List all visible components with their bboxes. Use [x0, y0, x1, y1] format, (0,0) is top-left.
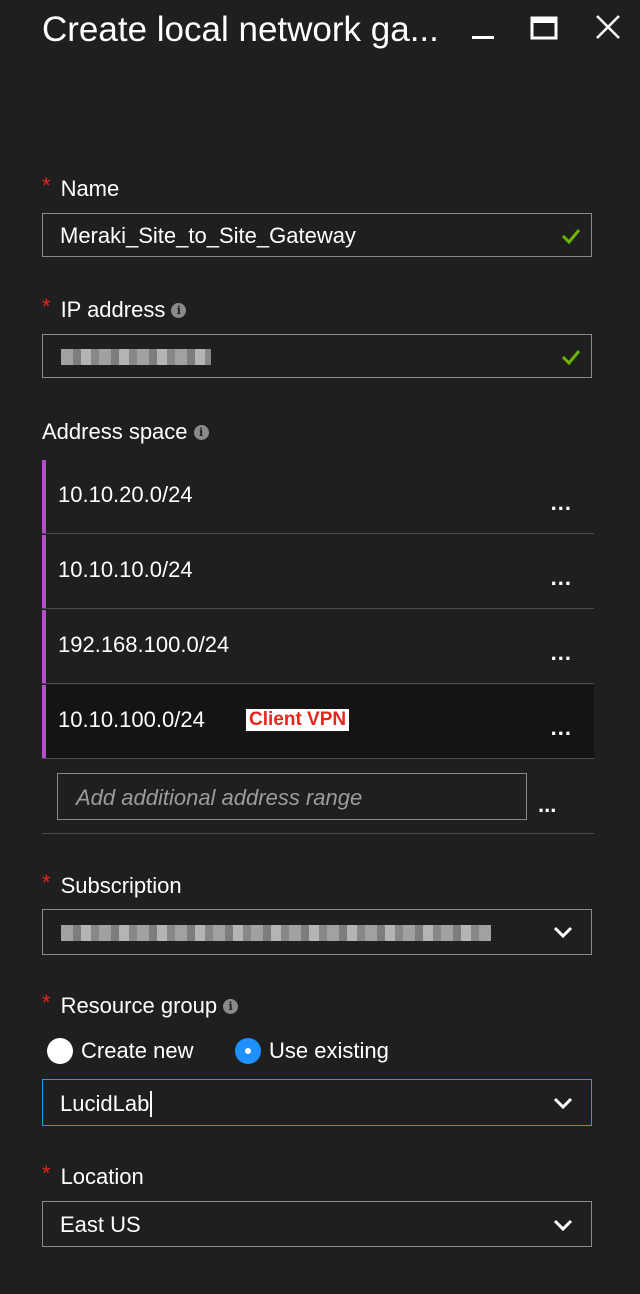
- location-value: East US: [60, 1212, 141, 1237]
- row-menu-button[interactable]: ...: [551, 565, 572, 591]
- address-range-value: 10.10.100.0/24: [58, 707, 205, 732]
- location-label: * Location: [42, 1161, 144, 1191]
- resource-group-dropdown[interactable]: LucidLab: [42, 1079, 592, 1126]
- address-space-label-text: Address space: [42, 419, 188, 444]
- redacted-ip-value: [61, 349, 211, 365]
- address-range-value: 10.10.20.0/24: [58, 482, 193, 507]
- checkmark-icon: [561, 229, 581, 245]
- chevron-down-icon: [553, 926, 573, 939]
- close-icon[interactable]: [590, 12, 630, 48]
- location-dropdown[interactable]: East US: [42, 1201, 592, 1247]
- resource-group-label: * Resource group i: [42, 990, 239, 1020]
- ip-address-label: * IP address i: [42, 294, 187, 324]
- row-accent-bar: [42, 685, 46, 758]
- subscription-dropdown[interactable]: [42, 909, 592, 955]
- row-accent-bar: [42, 610, 46, 683]
- info-icon[interactable]: i: [223, 998, 239, 1014]
- add-range-menu-button[interactable]: ...: [538, 792, 556, 818]
- radio-create-new[interactable]: Create new: [47, 1038, 194, 1064]
- radio-use-existing-label: Use existing: [269, 1038, 389, 1063]
- divider: [42, 833, 594, 834]
- radio-use-existing[interactable]: Use existing: [235, 1038, 389, 1064]
- radio-circle-unselected[interactable]: [47, 1038, 73, 1064]
- radio-circle-selected[interactable]: [235, 1038, 261, 1064]
- chevron-down-icon: [553, 1219, 573, 1232]
- address-range-row[interactable]: 10.10.20.0/24 ...: [42, 460, 594, 534]
- info-icon[interactable]: i: [171, 302, 187, 318]
- checkmark-icon: [561, 350, 581, 366]
- maximize-icon[interactable]: [528, 12, 568, 48]
- ip-address-input[interactable]: [42, 334, 592, 378]
- title-bar: Create local network ga...: [0, 0, 640, 70]
- info-icon[interactable]: i: [193, 424, 209, 440]
- redacted-subscription-value: [61, 925, 491, 941]
- address-range-value: 192.168.100.0/24: [58, 632, 230, 657]
- address-range-row[interactable]: 10.10.100.0/24 Client VPN ...: [42, 685, 594, 759]
- name-label: * Name: [42, 173, 120, 203]
- address-range-row[interactable]: 10.10.10.0/24 ...: [42, 535, 594, 609]
- address-range-value: 10.10.10.0/24: [58, 557, 193, 582]
- text-caret: [150, 1091, 153, 1118]
- ip-address-label-text: IP address: [60, 297, 166, 322]
- required-asterisk: *: [42, 990, 51, 1015]
- resource-group-label-text: Resource group: [60, 993, 218, 1018]
- required-asterisk: *: [42, 173, 51, 198]
- required-asterisk: *: [42, 294, 51, 319]
- subscription-label: * Subscription: [42, 870, 182, 900]
- location-label-text: Location: [60, 1164, 144, 1189]
- row-menu-button[interactable]: ...: [551, 490, 572, 516]
- subscription-label-text: Subscription: [60, 873, 182, 898]
- required-asterisk: *: [42, 1161, 51, 1186]
- minimize-icon[interactable]: [466, 12, 506, 48]
- name-input[interactable]: Meraki_Site_to_Site_Gateway: [42, 213, 592, 257]
- client-vpn-annotation: Client VPN: [246, 709, 350, 731]
- add-address-range-input[interactable]: Add additional address range: [57, 773, 527, 820]
- radio-create-new-label: Create new: [81, 1038, 194, 1063]
- resource-group-value: LucidLab: [60, 1080, 153, 1127]
- name-value: Meraki_Site_to_Site_Gateway: [60, 223, 356, 248]
- address-space-label: Address space i: [42, 418, 209, 446]
- row-accent-bar: [42, 460, 46, 533]
- address-range-row[interactable]: 192.168.100.0/24 ...: [42, 610, 594, 684]
- row-accent-bar: [42, 535, 46, 608]
- add-address-range-placeholder: Add additional address range: [76, 785, 363, 810]
- required-asterisk: *: [42, 870, 51, 895]
- chevron-down-icon: [553, 1097, 573, 1110]
- blade-title: Create local network ga...: [42, 10, 439, 49]
- row-menu-button[interactable]: ...: [551, 715, 572, 741]
- name-label-text: Name: [60, 176, 120, 201]
- row-menu-button[interactable]: ...: [551, 640, 572, 666]
